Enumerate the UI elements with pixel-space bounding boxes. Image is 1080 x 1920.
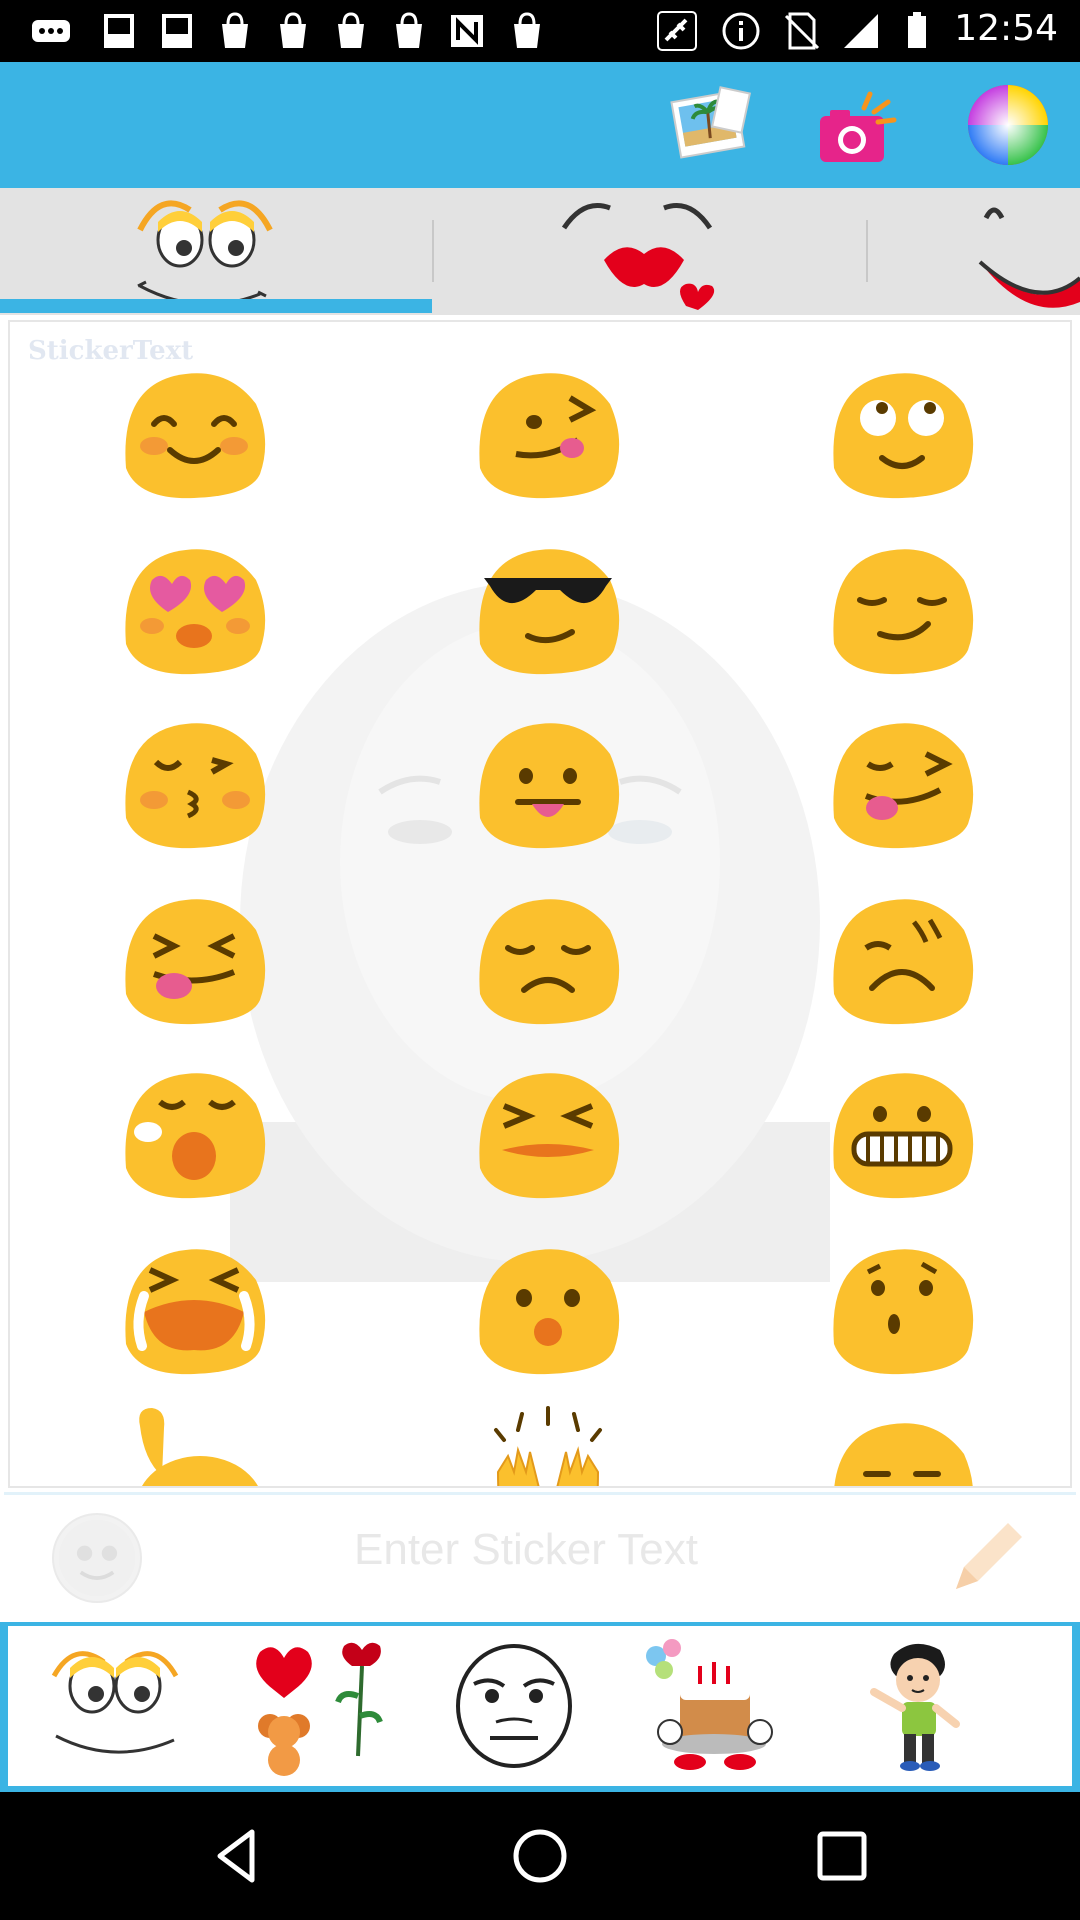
birthday-category[interactable] [634, 1636, 794, 1776]
gallery-icon [104, 14, 134, 48]
cartoon-boy-category[interactable] [834, 1636, 994, 1776]
tongue-out-emoji[interactable] [468, 700, 628, 860]
wink-tongue-squint-emoji[interactable] [822, 700, 982, 860]
persevere-emoji[interactable] [468, 1050, 628, 1210]
raised-hands-emoji[interactable] [468, 1400, 628, 1488]
smiling-blush-emoji[interactable] [114, 350, 274, 510]
grimace-emoji[interactable] [822, 1050, 982, 1210]
sticker-category-panel [0, 1622, 1080, 1792]
satellite-icon [657, 11, 697, 51]
status-bar: 12:54 [0, 0, 1080, 62]
surprised-emoji[interactable] [468, 1226, 628, 1386]
status-time: 12:54 [954, 8, 1058, 49]
pencil-icon[interactable] [942, 1513, 1032, 1603]
sticker-text-bar: Enter Sticker Text [4, 1492, 1076, 1616]
unamused-emoji[interactable] [822, 1400, 982, 1488]
smirk-emoji[interactable] [822, 526, 982, 686]
heart-eyes-emoji[interactable] [114, 526, 274, 686]
signal-icon [844, 14, 878, 48]
shopping-icon [222, 12, 248, 48]
camera-icon[interactable] [814, 82, 898, 168]
flexed-biceps-emoji[interactable] [114, 1400, 274, 1488]
no-sim-icon [784, 12, 820, 50]
worried-emoji[interactable] [822, 876, 982, 1036]
kiss-lips-face-tab[interactable] [434, 188, 866, 315]
navigation-bar [0, 1792, 1080, 1920]
sticker-canvas[interactable]: StickerText [8, 320, 1072, 1488]
top-toolbar [0, 62, 1080, 188]
kissing-closed-eyes-emoji[interactable] [114, 700, 274, 860]
app-screen: 12:54 StickerText Enter Sticker Text [0, 0, 1080, 1920]
home-icon[interactable] [510, 1826, 570, 1886]
rolling-eyes-emoji[interactable] [822, 350, 982, 510]
face-category[interactable] [34, 1636, 194, 1776]
shopping-icon [280, 12, 306, 48]
sunglasses-emoji[interactable] [468, 526, 628, 686]
shopping-icon [514, 12, 540, 48]
eyes-smile-face-tab[interactable] [0, 188, 432, 315]
selected-tab-indicator [0, 299, 432, 313]
sad-emoji[interactable] [468, 876, 628, 1036]
color-wheel-icon[interactable] [964, 82, 1052, 168]
info-icon [722, 12, 760, 50]
gallery-icon [162, 14, 192, 48]
news-icon [451, 15, 483, 47]
rage-face-category[interactable] [434, 1636, 594, 1776]
big-smile-face-tab[interactable] [868, 188, 1080, 315]
recents-icon[interactable] [812, 1826, 872, 1886]
hushed-emoji[interactable] [822, 1226, 982, 1386]
photos-icon[interactable] [668, 82, 752, 168]
battery-icon [908, 12, 926, 48]
more-icon [32, 20, 70, 42]
love-category[interactable] [234, 1636, 394, 1776]
emoji-grid [10, 322, 1070, 1488]
avatar-icon[interactable] [52, 1513, 142, 1603]
sleepy-yawn-emoji[interactable] [114, 1050, 274, 1210]
shopping-icon [396, 12, 422, 48]
shopping-icon [338, 12, 364, 48]
category-tabs [0, 188, 1080, 315]
squint-tongue-emoji[interactable] [114, 876, 274, 1036]
crying-loud-emoji[interactable] [114, 1226, 274, 1386]
sticker-category-strip [8, 1626, 1072, 1786]
back-icon[interactable] [208, 1826, 268, 1886]
sticker-text-input[interactable]: Enter Sticker Text [354, 1525, 698, 1575]
wink-tongue-emoji[interactable] [468, 350, 628, 510]
